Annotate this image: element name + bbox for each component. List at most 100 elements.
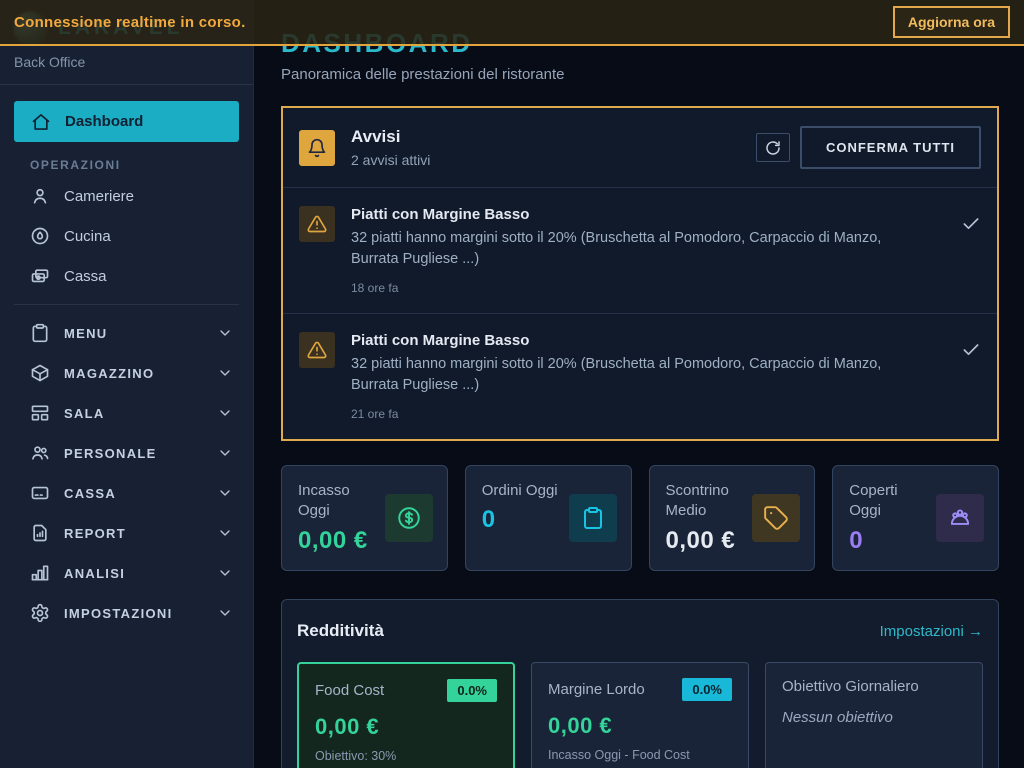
divider (14, 304, 239, 305)
sidebar-group-personale[interactable]: PERSONALE (0, 433, 253, 473)
sidebar-group-impostazioni[interactable]: IMPOSTAZIONI (0, 593, 253, 633)
alert-description: 32 piatti hanno margini sotto il 20% (Br… (351, 354, 931, 396)
sidebar-group-label: IMPOSTAZIONI (64, 606, 203, 621)
margine-lordo-card: Margine Lordo 0.0% 0,00 € Incasso Oggi -… (531, 662, 749, 768)
stat-card-coperti: Coperti Oggi 0 (832, 465, 999, 571)
alert-description: 32 piatti hanno margini sotto il 20% (Br… (351, 228, 931, 270)
bar-chart-icon (30, 563, 50, 583)
alert-item: Piatti con Margine Basso 32 piatti hanno… (283, 187, 997, 313)
alerts-count: 2 avvisi attivi (351, 152, 430, 168)
sidebar-item-dashboard[interactable]: Dashboard (14, 101, 239, 142)
chevron-down-icon (217, 525, 233, 541)
main-content: DASHBOARD Panoramica delle prestazioni d… (254, 0, 1024, 768)
sidebar-group-menu[interactable]: MENU (0, 313, 253, 353)
sidebar-item-label: Cameriere (64, 188, 134, 205)
chevron-down-icon (217, 325, 233, 341)
sidebar-group-magazzino[interactable]: MAGAZZINO (0, 353, 253, 393)
alert-timestamp: 21 ore fa (351, 407, 945, 421)
sidebar-group-report[interactable]: REPORT (0, 513, 253, 553)
refresh-icon (765, 140, 781, 156)
alerts-panel: Avvisi 2 avvisi attivi CONFERMA TUTTI (281, 106, 999, 441)
warning-icon (299, 332, 335, 368)
page-subtitle: Panoramica delle prestazioni del ristora… (281, 66, 999, 83)
stats-row: Incasso Oggi 0,00 € Ordini Oggi 0 Scontr… (281, 465, 999, 571)
percentage-badge: 0.0% (447, 679, 497, 702)
flame-icon (30, 226, 50, 246)
refresh-alerts-button[interactable] (756, 133, 790, 162)
sidebar-group-label: MAGAZZINO (64, 366, 203, 381)
dashboard-screen: LARAVEL Back Office Dashboard OPERAZIONI… (0, 0, 1024, 768)
realtime-banner: Connessione realtime in corso. Aggiorna … (0, 0, 1024, 46)
obiettivo-giornaliero-card: Obiettivo Giornaliero Nessun obiettivo (765, 662, 983, 768)
card-note: Nessun obiettivo (782, 709, 966, 726)
users-icon (30, 443, 50, 463)
stat-card-incasso: Incasso Oggi 0,00 € (281, 465, 448, 571)
sidebar-group-label: MENU (64, 326, 203, 341)
package-icon (30, 363, 50, 383)
alerts-title: Avvisi (351, 127, 430, 147)
sidebar-group-analisi[interactable]: ANALISI (0, 553, 253, 593)
gear-icon (30, 603, 50, 623)
chevron-down-icon (217, 485, 233, 501)
sidebar-item-label: Cucina (64, 228, 111, 245)
sidebar-item-label: Dashboard (65, 113, 143, 130)
chevron-down-icon (217, 365, 233, 381)
sidebar-group-label: SALA (64, 406, 203, 421)
alert-title: Piatti con Margine Basso (351, 206, 945, 223)
card-note: Incasso Oggi - Food Cost (548, 748, 732, 762)
card-value: 0,00 € (548, 713, 732, 739)
sidebar-group-label: REPORT (64, 526, 203, 541)
card-title: Obiettivo Giornaliero (782, 678, 919, 695)
stat-card-ordini: Ordini Oggi 0 (465, 465, 632, 571)
profitability-settings-link[interactable]: Impostazioni → (880, 623, 983, 640)
warning-icon (299, 206, 335, 242)
home-icon (31, 112, 51, 132)
sidebar-group-label: PERSONALE (64, 446, 203, 461)
confirm-alert-button[interactable] (961, 338, 981, 362)
clipboard-icon (30, 323, 50, 343)
group-icon (936, 494, 984, 542)
sidebar-group-sala[interactable]: SALA (0, 393, 253, 433)
sidebar-nav: Dashboard OPERAZIONI Cameriere Cucina C (0, 85, 253, 633)
percentage-badge: 0.0% (682, 678, 732, 701)
sidebar-group-cassa[interactable]: CASSA (0, 473, 253, 513)
sidebar-subtitle: Back Office (0, 48, 253, 84)
banknotes-icon (30, 266, 50, 286)
confirm-alert-button[interactable] (961, 212, 981, 236)
profitability-title: Redditività (297, 621, 384, 641)
card-title: Food Cost (315, 682, 384, 699)
report-icon (30, 523, 50, 543)
user-icon (30, 186, 50, 206)
stat-label: Scontrino Medio (666, 481, 748, 522)
sidebar-group-label: CASSA (64, 486, 203, 501)
realtime-message: Connessione realtime in corso. (14, 14, 246, 31)
chevron-down-icon (217, 565, 233, 581)
check-icon (961, 340, 981, 360)
stat-card-scontrino: Scontrino Medio 0,00 € (649, 465, 816, 571)
tag-icon (752, 494, 800, 542)
profitability-panel: Redditività Impostazioni → Food Cost 0.0… (281, 599, 999, 768)
bell-icon (299, 130, 335, 166)
check-icon (961, 214, 981, 234)
sidebar-item-cucina[interactable]: Cucina (0, 216, 253, 256)
sidebar-group-label: ANALISI (64, 566, 203, 581)
stat-label: Coperti Oggi (849, 481, 931, 522)
dollar-circle-icon (385, 494, 433, 542)
food-cost-card: Food Cost 0.0% 0,00 € Obiettivo: 30% (297, 662, 515, 768)
card-value: 0,00 € (315, 714, 497, 740)
layout-icon (30, 403, 50, 423)
chevron-down-icon (217, 445, 233, 461)
credit-card-icon (30, 483, 50, 503)
chevron-down-icon (217, 405, 233, 421)
alert-title: Piatti con Margine Basso (351, 332, 945, 349)
sidebar-section-operazioni: OPERAZIONI (30, 158, 253, 172)
clipboard-icon (569, 494, 617, 542)
refresh-now-button[interactable]: Aggiorna ora (893, 6, 1010, 38)
stat-label: Ordini Oggi (482, 481, 564, 501)
confirm-all-button[interactable]: CONFERMA TUTTI (800, 126, 981, 169)
alerts-header: Avvisi 2 avvisi attivi CONFERMA TUTTI (283, 108, 997, 187)
sidebar-item-cassa-op[interactable]: Cassa (0, 256, 253, 296)
sidebar-item-cameriere[interactable]: Cameriere (0, 176, 253, 216)
card-title: Margine Lordo (548, 681, 645, 698)
sidebar: LARAVEL Back Office Dashboard OPERAZIONI… (0, 0, 254, 768)
